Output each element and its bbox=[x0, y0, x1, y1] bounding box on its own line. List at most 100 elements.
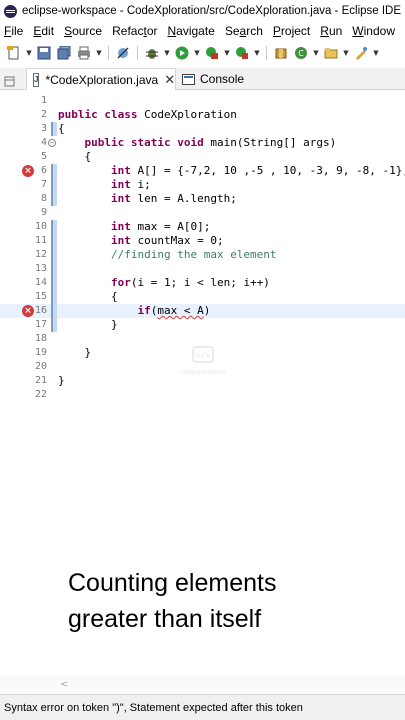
print-dropdown-icon[interactable]: ▼ bbox=[96, 49, 102, 57]
line-number: 15 bbox=[34, 291, 47, 302]
code-line[interactable]: 22 bbox=[0, 388, 405, 402]
menu-project[interactable]: Project bbox=[273, 24, 310, 38]
tab-codexploration-java[interactable]: J *CodeXploration.java ✕ bbox=[26, 68, 176, 90]
code-line[interactable]: 10 int max = A[0]; bbox=[0, 220, 405, 234]
quick-diff-marker bbox=[51, 178, 57, 192]
quick-diff-marker bbox=[51, 122, 57, 136]
code-line[interactable]: 18 bbox=[0, 332, 405, 346]
code-line[interactable]: 6 × int A[] = {-7,2, 10 ,-5 , 10, -3, 9, … bbox=[0, 164, 405, 178]
open-type-icon[interactable] bbox=[323, 45, 339, 61]
code-line[interactable]: 17 } bbox=[0, 318, 405, 332]
debug-dropdown-icon[interactable]: ▼ bbox=[164, 49, 170, 57]
code-line[interactable]: 9 bbox=[0, 206, 405, 220]
code-text: int max = A[0]; bbox=[110, 220, 211, 233]
line-number: 9 bbox=[40, 207, 47, 218]
coverage-icon[interactable] bbox=[204, 45, 220, 61]
line-number: 18 bbox=[34, 333, 47, 344]
new-package-icon[interactable] bbox=[273, 45, 289, 61]
error-marker-icon[interactable]: × bbox=[22, 165, 34, 177]
code-text: public static void main(String[] args) bbox=[84, 136, 337, 149]
line-number: 7 bbox=[40, 179, 47, 190]
external-tools-dropdown-icon[interactable]: ▼ bbox=[254, 49, 260, 57]
code-line[interactable]: 2 public class CodeXploration bbox=[0, 108, 405, 122]
line-number: 1 bbox=[40, 95, 47, 106]
eclipse-logo-icon bbox=[4, 4, 17, 18]
fold-toggle-icon[interactable]: − bbox=[48, 139, 56, 147]
new-file-icon[interactable] bbox=[6, 45, 22, 61]
code-line[interactable]: 14 for(i = 1; i < len; i++) bbox=[0, 276, 405, 290]
quick-diff-marker bbox=[51, 290, 57, 304]
quick-diff-marker bbox=[51, 192, 57, 206]
tab-label: *CodeXploration.java bbox=[45, 72, 159, 87]
code-line[interactable]: 16 × if(max < A) bbox=[0, 304, 405, 318]
java-file-icon: J bbox=[33, 72, 40, 87]
menu-navigate[interactable]: Navigate bbox=[167, 24, 214, 38]
search-tool-dropdown-icon[interactable]: ▼ bbox=[373, 49, 379, 57]
window-title: eclipse-workspace - CodeXploration/src/C… bbox=[22, 5, 402, 17]
quick-diff-marker bbox=[51, 234, 57, 248]
menu-window[interactable]: Window bbox=[352, 24, 395, 38]
code-line[interactable]: 5 { bbox=[0, 150, 405, 164]
run-icon[interactable] bbox=[174, 45, 190, 61]
code-text: } bbox=[58, 346, 92, 359]
scroll-left-icon[interactable]: < bbox=[60, 679, 68, 690]
code-line[interactable]: 4− public static void main(String[] args… bbox=[0, 136, 405, 150]
line-number: 22 bbox=[34, 389, 47, 400]
svg-text:codexploration: codexploration bbox=[181, 369, 226, 376]
view-menu-icon[interactable] bbox=[4, 73, 16, 87]
main-toolbar: ▼ ▼ ▼ ▼ ▼ ▼ C ▼ ▼ ▼ bbox=[0, 42, 405, 64]
menu-edit[interactable]: Edit bbox=[33, 24, 54, 38]
search-tool-icon[interactable] bbox=[353, 45, 369, 61]
skip-breakpoints-icon[interactable] bbox=[115, 45, 131, 61]
run-dropdown-icon[interactable]: ▼ bbox=[194, 49, 200, 57]
code-line[interactable]: 7 int i; bbox=[0, 178, 405, 192]
watermark-logo-icon: </> codexploration bbox=[181, 346, 226, 376]
code-text: int countMax = 0; bbox=[110, 234, 224, 247]
code-editor[interactable]: 1 2 public class CodeXploration 3{4− public… bbox=[0, 90, 405, 675]
status-bar: Syntax error on token ")", Statement exp… bbox=[0, 694, 405, 720]
save-all-icon[interactable] bbox=[56, 45, 72, 61]
line-number: 17 bbox=[34, 319, 47, 330]
horizontal-scrollbar[interactable]: < bbox=[0, 676, 405, 694]
quick-diff-marker bbox=[51, 248, 57, 262]
external-tools-icon[interactable] bbox=[234, 45, 250, 61]
menu-run[interactable]: Run bbox=[320, 24, 342, 38]
menu-refactor[interactable]: Refactor bbox=[112, 24, 157, 38]
print-icon[interactable] bbox=[76, 45, 92, 61]
new-class-dropdown-icon[interactable]: ▼ bbox=[313, 49, 319, 57]
code-line[interactable]: 3{ bbox=[0, 122, 405, 136]
tab-console[interactable]: Console bbox=[176, 68, 256, 90]
open-type-dropdown-icon[interactable]: ▼ bbox=[343, 49, 349, 57]
caption-line-2: greater than itself bbox=[68, 605, 262, 633]
code-text: if(max < A) bbox=[137, 304, 211, 317]
error-marker-icon[interactable]: × bbox=[22, 305, 34, 317]
code-text: int A[] = {-7,2, 10 ,-5 , 10, -3, 9, -8,… bbox=[110, 164, 405, 177]
line-number: 20 bbox=[34, 361, 47, 372]
debug-icon[interactable] bbox=[144, 45, 160, 61]
menu-search[interactable]: Search bbox=[225, 24, 263, 38]
code-line[interactable]: 8 int len = A.length; bbox=[0, 192, 405, 206]
code-line[interactable]: 13 bbox=[0, 262, 405, 276]
menu-source[interactable]: Source bbox=[64, 24, 102, 38]
quick-diff-marker bbox=[51, 220, 57, 234]
code-line[interactable]: 12 //finding the max element bbox=[0, 248, 405, 262]
code-line[interactable]: 1 bbox=[0, 94, 405, 108]
menu-file[interactable]: File bbox=[4, 24, 23, 38]
svg-text:C: C bbox=[298, 49, 304, 58]
code-text: for(i = 1; i < len; i++) bbox=[110, 276, 270, 289]
window-titlebar: eclipse-workspace - CodeXploration/src/C… bbox=[0, 0, 405, 22]
new-class-icon[interactable]: C bbox=[293, 45, 309, 61]
code-line[interactable]: 15 { bbox=[0, 290, 405, 304]
code-line[interactable]: 11 int countMax = 0; bbox=[0, 234, 405, 248]
console-icon bbox=[182, 73, 195, 85]
line-number: 13 bbox=[34, 263, 47, 274]
line-number: 5 bbox=[40, 151, 47, 162]
save-icon[interactable] bbox=[36, 45, 52, 61]
toolbar-separator bbox=[137, 46, 138, 60]
line-number: 12 bbox=[34, 249, 47, 260]
new-dropdown-icon[interactable]: ▼ bbox=[26, 49, 32, 57]
close-tab-icon[interactable]: ✕ bbox=[164, 72, 175, 88]
code-text: int len = A.length; bbox=[110, 192, 237, 205]
coverage-dropdown-icon[interactable]: ▼ bbox=[224, 49, 230, 57]
quick-diff-marker bbox=[51, 304, 57, 318]
